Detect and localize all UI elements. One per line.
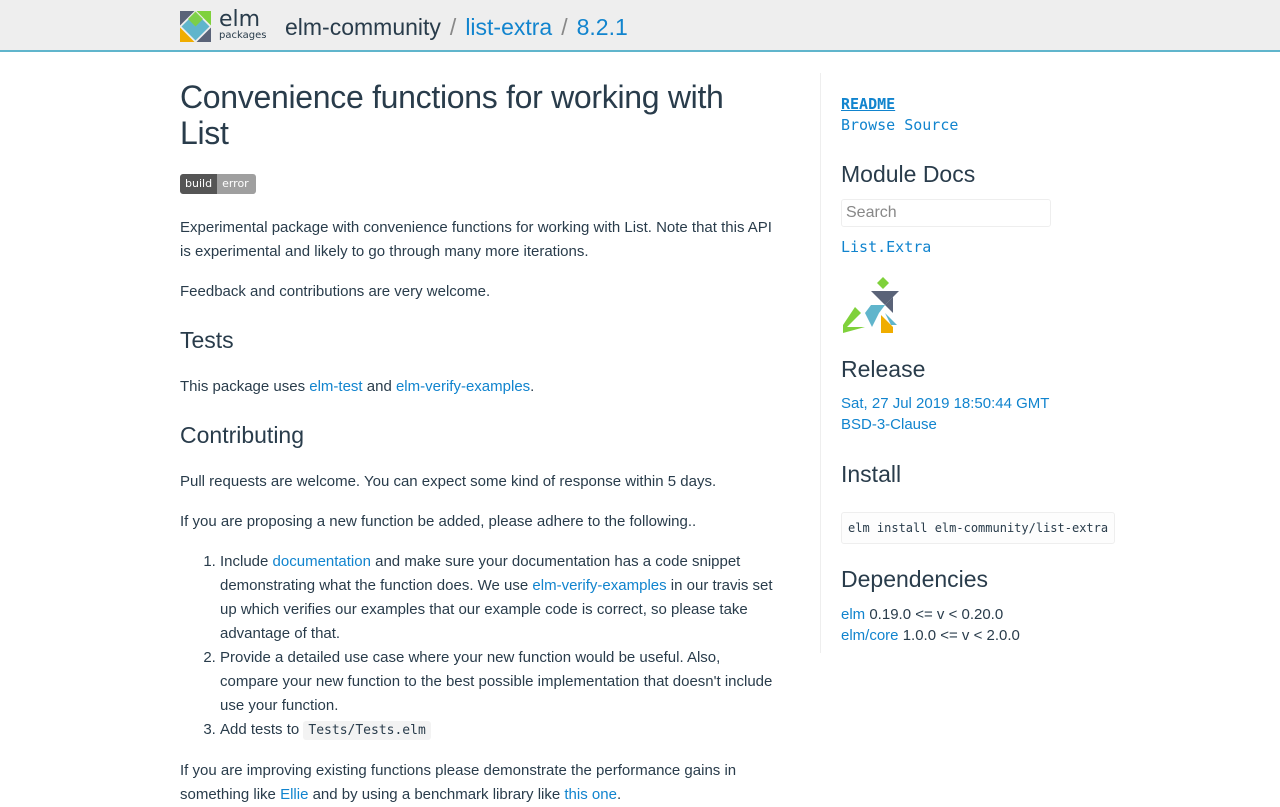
list-text: Include bbox=[220, 553, 273, 570]
elm-tangram-figure-icon bbox=[843, 277, 899, 333]
contributing-heading: Contributing bbox=[180, 422, 305, 448]
page-title: Convenience functions for working with L… bbox=[180, 79, 724, 151]
badge-label: build bbox=[180, 174, 218, 194]
tests-text: This package uses bbox=[180, 378, 310, 395]
dependency-row: elm 0.19.0 <= v < 0.20.0 bbox=[841, 604, 1141, 625]
breadcrumb-user: elm-community bbox=[285, 14, 441, 40]
dependency-link-elm-core[interactable]: elm/core bbox=[841, 627, 899, 644]
elm-packages-logo[interactable]: elm packages bbox=[180, 7, 270, 44]
documentation-link[interactable]: documentation bbox=[273, 553, 371, 570]
dependencies-heading: Dependencies bbox=[841, 566, 989, 592]
improve-text: and by using a benchmark library like bbox=[308, 786, 565, 803]
code-tests-file: Tests/Tests.elm bbox=[303, 721, 431, 740]
elm-test-link[interactable]: elm-test bbox=[309, 378, 362, 395]
pull-requests-paragraph: Pull requests are welcome. You can expec… bbox=[180, 473, 717, 490]
dependencies-list: elm 0.19.0 <= v < 0.20.0 elm/core 1.0.0 … bbox=[841, 604, 1141, 646]
badge-status: error bbox=[217, 174, 256, 194]
tests-paragraph: This package uses elm-test and elm-verif… bbox=[180, 375, 780, 399]
sidebar: README Browse Source Module Docs List.Ex… bbox=[841, 52, 1141, 646]
module-search-input[interactable] bbox=[841, 199, 1051, 227]
logo-word: elm bbox=[219, 7, 261, 32]
sidebar-divider bbox=[820, 73, 821, 653]
feedback-paragraph: Feedback and contributions are very welc… bbox=[180, 283, 491, 300]
logo-subtitle: packages bbox=[219, 30, 267, 41]
module-link-list-extra[interactable]: List.Extra bbox=[841, 237, 1141, 258]
breadcrumb: elm-community / list-extra / 8.2.1 bbox=[285, 12, 628, 42]
breadcrumb-separator: / bbox=[561, 14, 568, 40]
readme-content: Convenience functions for working with L… bbox=[180, 52, 780, 807]
breadcrumb-version[interactable]: 8.2.1 bbox=[577, 14, 628, 40]
dependency-row: elm/core 1.0.0 <= v < 2.0.0 bbox=[841, 625, 1141, 646]
module-docs-heading: Module Docs bbox=[841, 161, 976, 187]
release-date-link[interactable]: Sat, 27 Jul 2019 18:50:44 GMT bbox=[841, 393, 1141, 414]
breadcrumb-separator: / bbox=[449, 14, 457, 40]
top-bar: elm packages elm-community / list-extra / 8.… bbox=[0, 0, 1280, 52]
list-item: Add tests to Tests/Tests.elm bbox=[220, 718, 780, 743]
guidelines-list: Include documentation and make sure your… bbox=[180, 550, 780, 743]
ellie-link[interactable]: Ellie bbox=[280, 786, 308, 803]
build-status-badge[interactable]: build error bbox=[180, 174, 256, 194]
list-item: Include documentation and make sure your… bbox=[220, 550, 780, 646]
dependency-range: 1.0.0 <= v < 2.0.0 bbox=[898, 627, 1020, 644]
dependency-range: 0.19.0 <= v < 0.20.0 bbox=[865, 606, 1004, 623]
intro-paragraph: Experimental package with convenience fu… bbox=[180, 219, 772, 260]
tests-text: . bbox=[530, 378, 535, 395]
benchmark-link[interactable]: this one bbox=[564, 786, 617, 803]
list-item: Provide a detailed use case where your n… bbox=[220, 646, 780, 718]
license-link[interactable]: BSD-3-Clause bbox=[841, 414, 1141, 435]
elm-tangram-logo-icon bbox=[180, 11, 211, 42]
list-text: Add tests to bbox=[220, 721, 304, 738]
proposing-paragraph: If you are proposing a new function be a… bbox=[180, 513, 697, 530]
dependency-link-elm[interactable]: elm bbox=[841, 606, 865, 623]
elm-verify-examples-link[interactable]: elm-verify-examples bbox=[396, 378, 530, 395]
browse-source-link[interactable]: Browse Source bbox=[841, 115, 1141, 136]
install-heading: Install bbox=[841, 461, 902, 487]
elm-verify-examples-link[interactable]: elm-verify-examples bbox=[532, 577, 666, 594]
readme-link[interactable]: README bbox=[841, 94, 1141, 115]
install-command[interactable]: elm install elm-community/list-extra bbox=[841, 512, 1116, 544]
breadcrumb-package[interactable]: list-extra bbox=[465, 14, 552, 40]
release-heading: Release bbox=[841, 356, 926, 382]
tests-heading: Tests bbox=[180, 327, 234, 353]
improve-text: . bbox=[616, 786, 622, 803]
tests-text: and bbox=[362, 378, 396, 395]
